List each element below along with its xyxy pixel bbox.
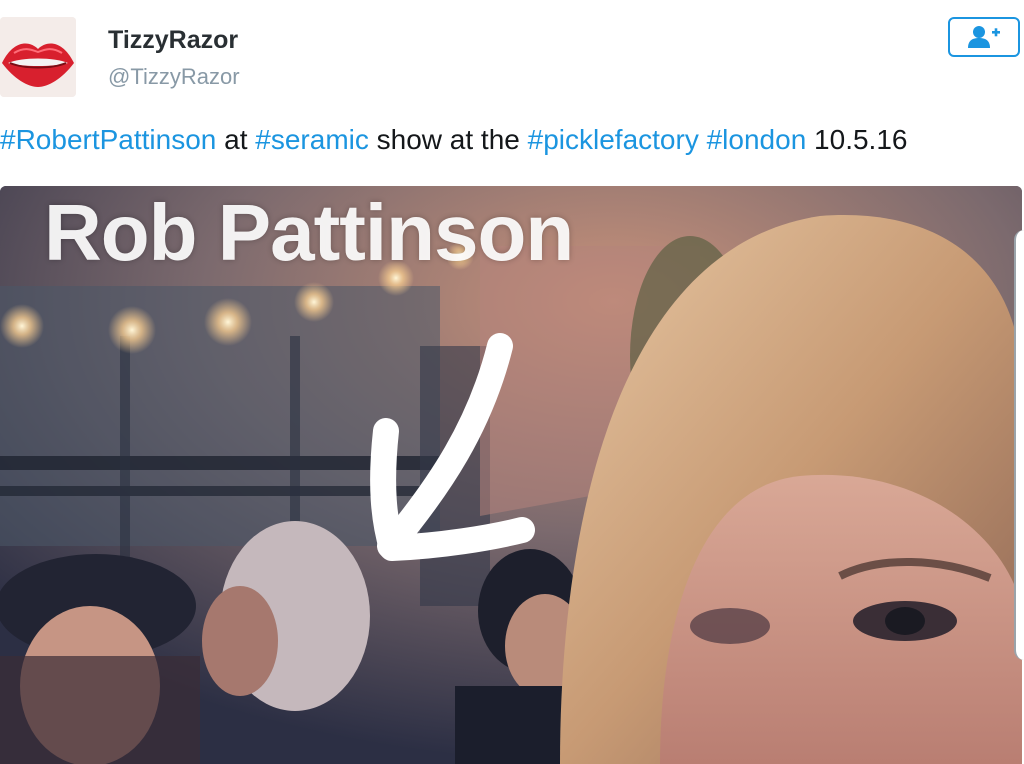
tweet-photo[interactable]: Rob Pattinson [0,186,1022,764]
hashtag-seramic[interactable]: #seramic [255,124,369,155]
tweet-text-segment: at [216,124,256,155]
tweet-date: 10.5.16 [806,124,908,155]
photo-caption: Rob Pattinson [44,188,574,277]
hashtag-picklefactory[interactable]: #picklefactory [528,124,699,155]
user-handle[interactable]: @TizzyRazor [108,64,240,90]
follow-button[interactable] [948,17,1020,57]
hashtag-london[interactable]: #london [707,124,807,155]
avatar[interactable] [0,17,76,97]
tweet-text-segment: show at the [368,124,528,155]
hashtag-robertpattinson[interactable]: #RobertPattinson [0,124,216,155]
tweet-text: #RobertPattinson at #seramic show at the… [0,120,1024,160]
tweet-text-segment [699,124,707,155]
red-lips-avatar-icon [0,17,76,97]
scrollbar[interactable] [1014,230,1024,660]
follow-person-plus-icon [968,26,1000,48]
display-name[interactable]: TizzyRazor [108,26,238,55]
